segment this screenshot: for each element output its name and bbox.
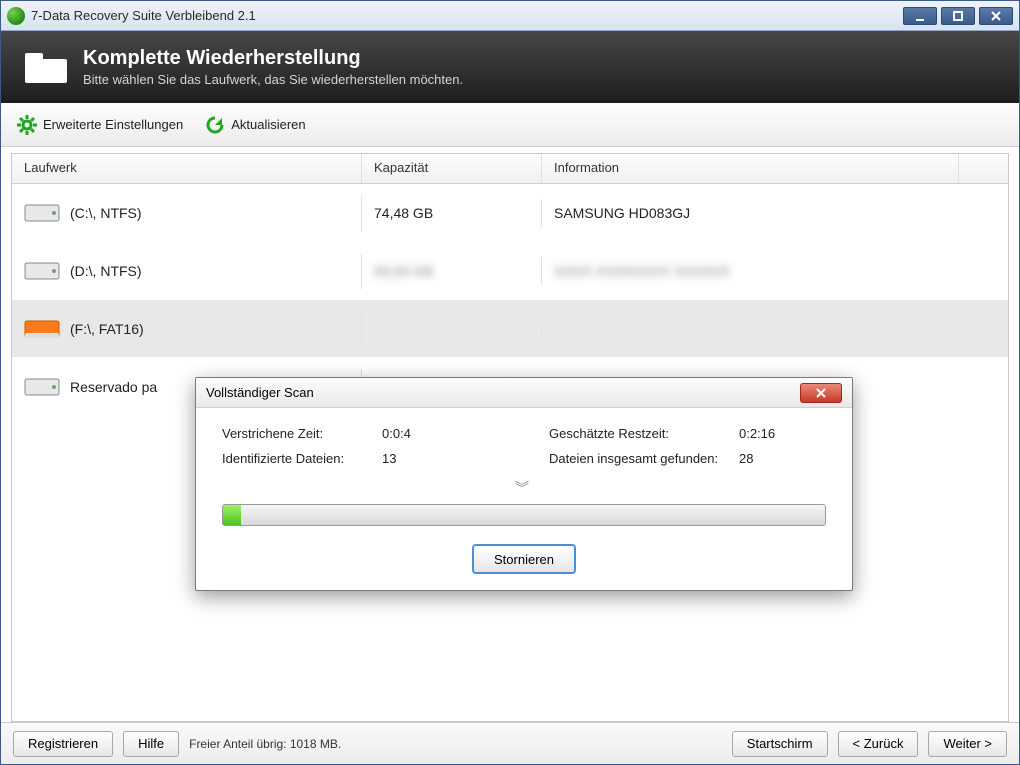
expand-chevron-icon[interactable]: ︾ bbox=[222, 478, 826, 498]
back-button[interactable]: < Zurück bbox=[838, 731, 919, 757]
drive-info: SAMSUNG HD083GJ bbox=[542, 199, 1008, 227]
drive-label: Reservado pa bbox=[70, 379, 157, 395]
drive-capacity bbox=[362, 323, 542, 335]
drive-capacity: 74,48 GB bbox=[362, 199, 542, 227]
remaining-time-value: 0:2:16 bbox=[739, 426, 775, 441]
register-button[interactable]: Registrieren bbox=[13, 731, 113, 757]
progress-fill bbox=[223, 505, 241, 525]
list-header: Laufwerk Kapazität Information bbox=[12, 154, 1008, 184]
maximize-button[interactable] bbox=[941, 7, 975, 25]
page-title: Komplette Wiederherstellung bbox=[83, 47, 463, 70]
hdd-icon bbox=[24, 259, 60, 283]
col-header-capacity[interactable]: Kapazität bbox=[362, 154, 542, 183]
hdd-icon-highlighted bbox=[24, 317, 60, 341]
footer-bar: Registrieren Hilfe Freier Anteil übrig: … bbox=[1, 722, 1019, 764]
total-files-label: Dateien insgesamt gefunden: bbox=[549, 451, 739, 466]
drive-label: (D:\, NTFS) bbox=[70, 263, 142, 279]
remaining-time-label: Geschätzte Restzeit: bbox=[549, 426, 739, 441]
identified-files-value: 13 bbox=[382, 451, 396, 466]
app-icon bbox=[7, 7, 25, 25]
minimize-button[interactable] bbox=[903, 7, 937, 25]
hdd-icon bbox=[24, 201, 60, 225]
cancel-button[interactable]: Stornieren bbox=[472, 544, 576, 574]
gear-icon bbox=[17, 115, 37, 135]
drive-row-f[interactable]: (F:\, FAT16) bbox=[12, 300, 1008, 358]
drive-label: (C:\, NTFS) bbox=[70, 205, 142, 221]
drive-info bbox=[542, 323, 1008, 335]
drive-label: (F:\, FAT16) bbox=[70, 321, 144, 337]
hdd-icon bbox=[24, 375, 60, 399]
col-header-end bbox=[958, 154, 1008, 183]
drive-row-d[interactable]: (D:\, NTFS) 00,00 GB XXXX XXXXXXXX XXXXX… bbox=[12, 242, 1008, 300]
home-button[interactable]: Startschirm bbox=[732, 731, 828, 757]
dialog-title: Vollständiger Scan bbox=[206, 385, 314, 400]
free-space-status: Freier Anteil übrig: 1018 MB. bbox=[189, 737, 341, 751]
total-files-value: 28 bbox=[739, 451, 753, 466]
titlebar: 7-Data Recovery Suite Verbleibend 2.1 bbox=[1, 1, 1019, 31]
dialog-titlebar: Vollständiger Scan bbox=[196, 378, 852, 408]
window-title: 7-Data Recovery Suite Verbleibend 2.1 bbox=[31, 8, 903, 23]
refresh-button[interactable]: Aktualisieren bbox=[205, 115, 305, 135]
scan-progress-dialog: Vollständiger Scan Verstrichene Zeit: 0:… bbox=[195, 377, 853, 591]
folder-icon bbox=[23, 49, 69, 85]
refresh-label: Aktualisieren bbox=[231, 117, 305, 132]
drive-list-panel: Laufwerk Kapazität Information (C:\, NTF… bbox=[11, 153, 1009, 722]
toolbar: Erweiterte Einstellungen Aktualisieren bbox=[1, 103, 1019, 147]
elapsed-time-value: 0:0:4 bbox=[382, 426, 411, 441]
identified-files-label: Identifizierte Dateien: bbox=[222, 451, 382, 466]
refresh-icon bbox=[205, 115, 225, 135]
app-window: 7-Data Recovery Suite Verbleibend 2.1 Ko… bbox=[0, 0, 1020, 765]
drive-row-c[interactable]: (C:\, NTFS) 74,48 GB SAMSUNG HD083GJ bbox=[12, 184, 1008, 242]
elapsed-time-label: Verstrichene Zeit: bbox=[222, 426, 382, 441]
col-header-drive[interactable]: Laufwerk bbox=[12, 154, 362, 183]
col-header-info[interactable]: Information bbox=[542, 154, 958, 183]
next-button[interactable]: Weiter > bbox=[928, 731, 1007, 757]
close-button[interactable] bbox=[979, 7, 1013, 25]
dialog-close-button[interactable] bbox=[800, 383, 842, 403]
header-banner: Komplette Wiederherstellung Bitte wählen… bbox=[1, 31, 1019, 103]
page-subtitle: Bitte wählen Sie das Laufwerk, das Sie w… bbox=[83, 72, 463, 87]
drive-capacity: 00,00 GB bbox=[362, 257, 542, 285]
drive-info: XXXX XXXXXXXX XXXXXX bbox=[542, 257, 1008, 285]
progress-bar bbox=[222, 504, 826, 526]
advanced-settings-label: Erweiterte Einstellungen bbox=[43, 117, 183, 132]
advanced-settings-button[interactable]: Erweiterte Einstellungen bbox=[17, 115, 183, 135]
help-button[interactable]: Hilfe bbox=[123, 731, 179, 757]
